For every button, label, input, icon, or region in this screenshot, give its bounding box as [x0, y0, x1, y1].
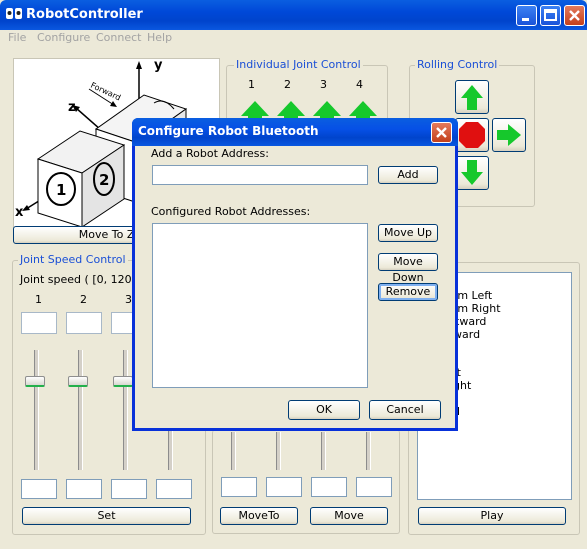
- joint-col-4: 4: [356, 78, 363, 91]
- x-axis-label: x: [15, 205, 24, 220]
- window-titlebar: RobotController: [0, 0, 587, 30]
- menu-file[interactable]: File: [8, 31, 26, 44]
- move-down-button[interactable]: Move Down: [378, 253, 438, 284]
- configured-addresses-label: Configured Robot Addresses:: [151, 205, 311, 218]
- maximize-icon: [544, 9, 557, 21]
- maximize-button[interactable]: [540, 5, 561, 26]
- joint-speed-label: Joint speed ( [0, 120] d: [20, 273, 147, 286]
- cube-1-label: 1: [56, 181, 66, 199]
- menu-connect[interactable]: Connect: [96, 31, 141, 44]
- joint-col-3: 3: [320, 78, 327, 91]
- position-input-4[interactable]: [356, 477, 392, 497]
- joint-col-1: 1: [248, 78, 255, 91]
- window-title: RobotController: [26, 7, 143, 22]
- position-slider-track-4: [366, 432, 371, 470]
- speed-slider-track-2: [78, 350, 83, 470]
- ok-button[interactable]: OK: [288, 400, 360, 420]
- configure-bluetooth-dialog: Configure Robot Bluetooth Add a Robot Ad…: [132, 118, 458, 431]
- speed-col-2: 2: [80, 293, 87, 306]
- dialog-title: Configure Robot Bluetooth: [138, 124, 319, 138]
- position-slider-track-2: [276, 432, 281, 470]
- speed-slider-2[interactable]: [68, 376, 88, 387]
- joint-col-2: 2: [284, 78, 291, 91]
- play-button[interactable]: Play: [418, 507, 566, 525]
- move-up-button[interactable]: Move Up: [378, 224, 438, 242]
- z-axis-label: z: [68, 100, 76, 115]
- cube-2-label: 2: [99, 171, 109, 189]
- speed-slider-track-4: [168, 430, 173, 470]
- speed-input-2[interactable]: [66, 479, 102, 499]
- robot-address-input[interactable]: [152, 165, 368, 185]
- close-icon: [436, 127, 447, 138]
- speed-input-3[interactable]: [111, 479, 147, 499]
- close-button[interactable]: [564, 5, 585, 26]
- speed-slider-1[interactable]: [25, 376, 45, 387]
- motion-item-1[interactable]: rm Left: [453, 289, 492, 302]
- up-arrow-icon: [461, 85, 483, 110]
- dialog-body: Add a Robot Address: Add Configured Robo…: [135, 146, 455, 428]
- speed-col-3: 3: [125, 293, 132, 306]
- speed-slider-track-1: [34, 350, 39, 470]
- roll-forward-button[interactable]: [455, 80, 489, 114]
- joint-speed-title: Joint Speed Control: [18, 253, 128, 266]
- menu-configure[interactable]: Configure: [37, 31, 90, 44]
- roll-stop-button[interactable]: [455, 118, 489, 152]
- dialog-titlebar: Configure Robot Bluetooth: [132, 118, 458, 146]
- move-button[interactable]: Move: [310, 507, 388, 525]
- move-to-button[interactable]: MoveTo: [220, 507, 298, 525]
- motion-item-3[interactable]: kward: [453, 315, 486, 328]
- remove-button[interactable]: Remove: [378, 283, 438, 301]
- speed-col-1: 1: [35, 293, 42, 306]
- rolling-control-title: Rolling Control: [415, 58, 500, 71]
- roll-backward-button[interactable]: [455, 156, 489, 190]
- minimize-button[interactable]: [516, 5, 537, 26]
- cancel-button[interactable]: Cancel: [369, 400, 441, 420]
- motion-item-2[interactable]: rm Right: [453, 302, 501, 315]
- speed-value-field-1: [21, 312, 57, 334]
- position-input-1[interactable]: [221, 477, 257, 497]
- speed-value-field-2: [66, 312, 102, 334]
- speed-input-4[interactable]: [156, 479, 192, 499]
- menu-help[interactable]: Help: [147, 31, 172, 44]
- speed-input-1[interactable]: [21, 479, 57, 499]
- roll-right-button[interactable]: [492, 118, 526, 152]
- right-arrow-icon: [497, 124, 521, 146]
- set-button[interactable]: Set: [22, 507, 191, 525]
- individual-joint-title: Individual Joint Control: [234, 58, 363, 71]
- position-input-3[interactable]: [311, 477, 347, 497]
- position-slider-track-1: [231, 432, 236, 470]
- close-icon: [569, 10, 580, 21]
- robot-app-icon: [6, 8, 22, 19]
- position-slider-track-3: [321, 432, 326, 470]
- add-address-button[interactable]: Add: [378, 166, 438, 184]
- speed-slider-track-3: [123, 350, 128, 470]
- dialog-close-button[interactable]: [431, 122, 452, 143]
- menu-bar: File Configure Connect Help: [0, 30, 587, 46]
- y-axis-label: y: [154, 59, 163, 73]
- down-arrow-icon: [461, 160, 483, 185]
- minimize-icon: [522, 18, 529, 21]
- speed-slider-3[interactable]: [113, 376, 133, 387]
- position-input-2[interactable]: [266, 477, 302, 497]
- joint-up-arrows: [241, 101, 377, 120]
- add-address-label: Add a Robot Address:: [151, 147, 269, 160]
- stop-icon: [459, 122, 485, 148]
- configured-addresses-list[interactable]: [152, 223, 368, 388]
